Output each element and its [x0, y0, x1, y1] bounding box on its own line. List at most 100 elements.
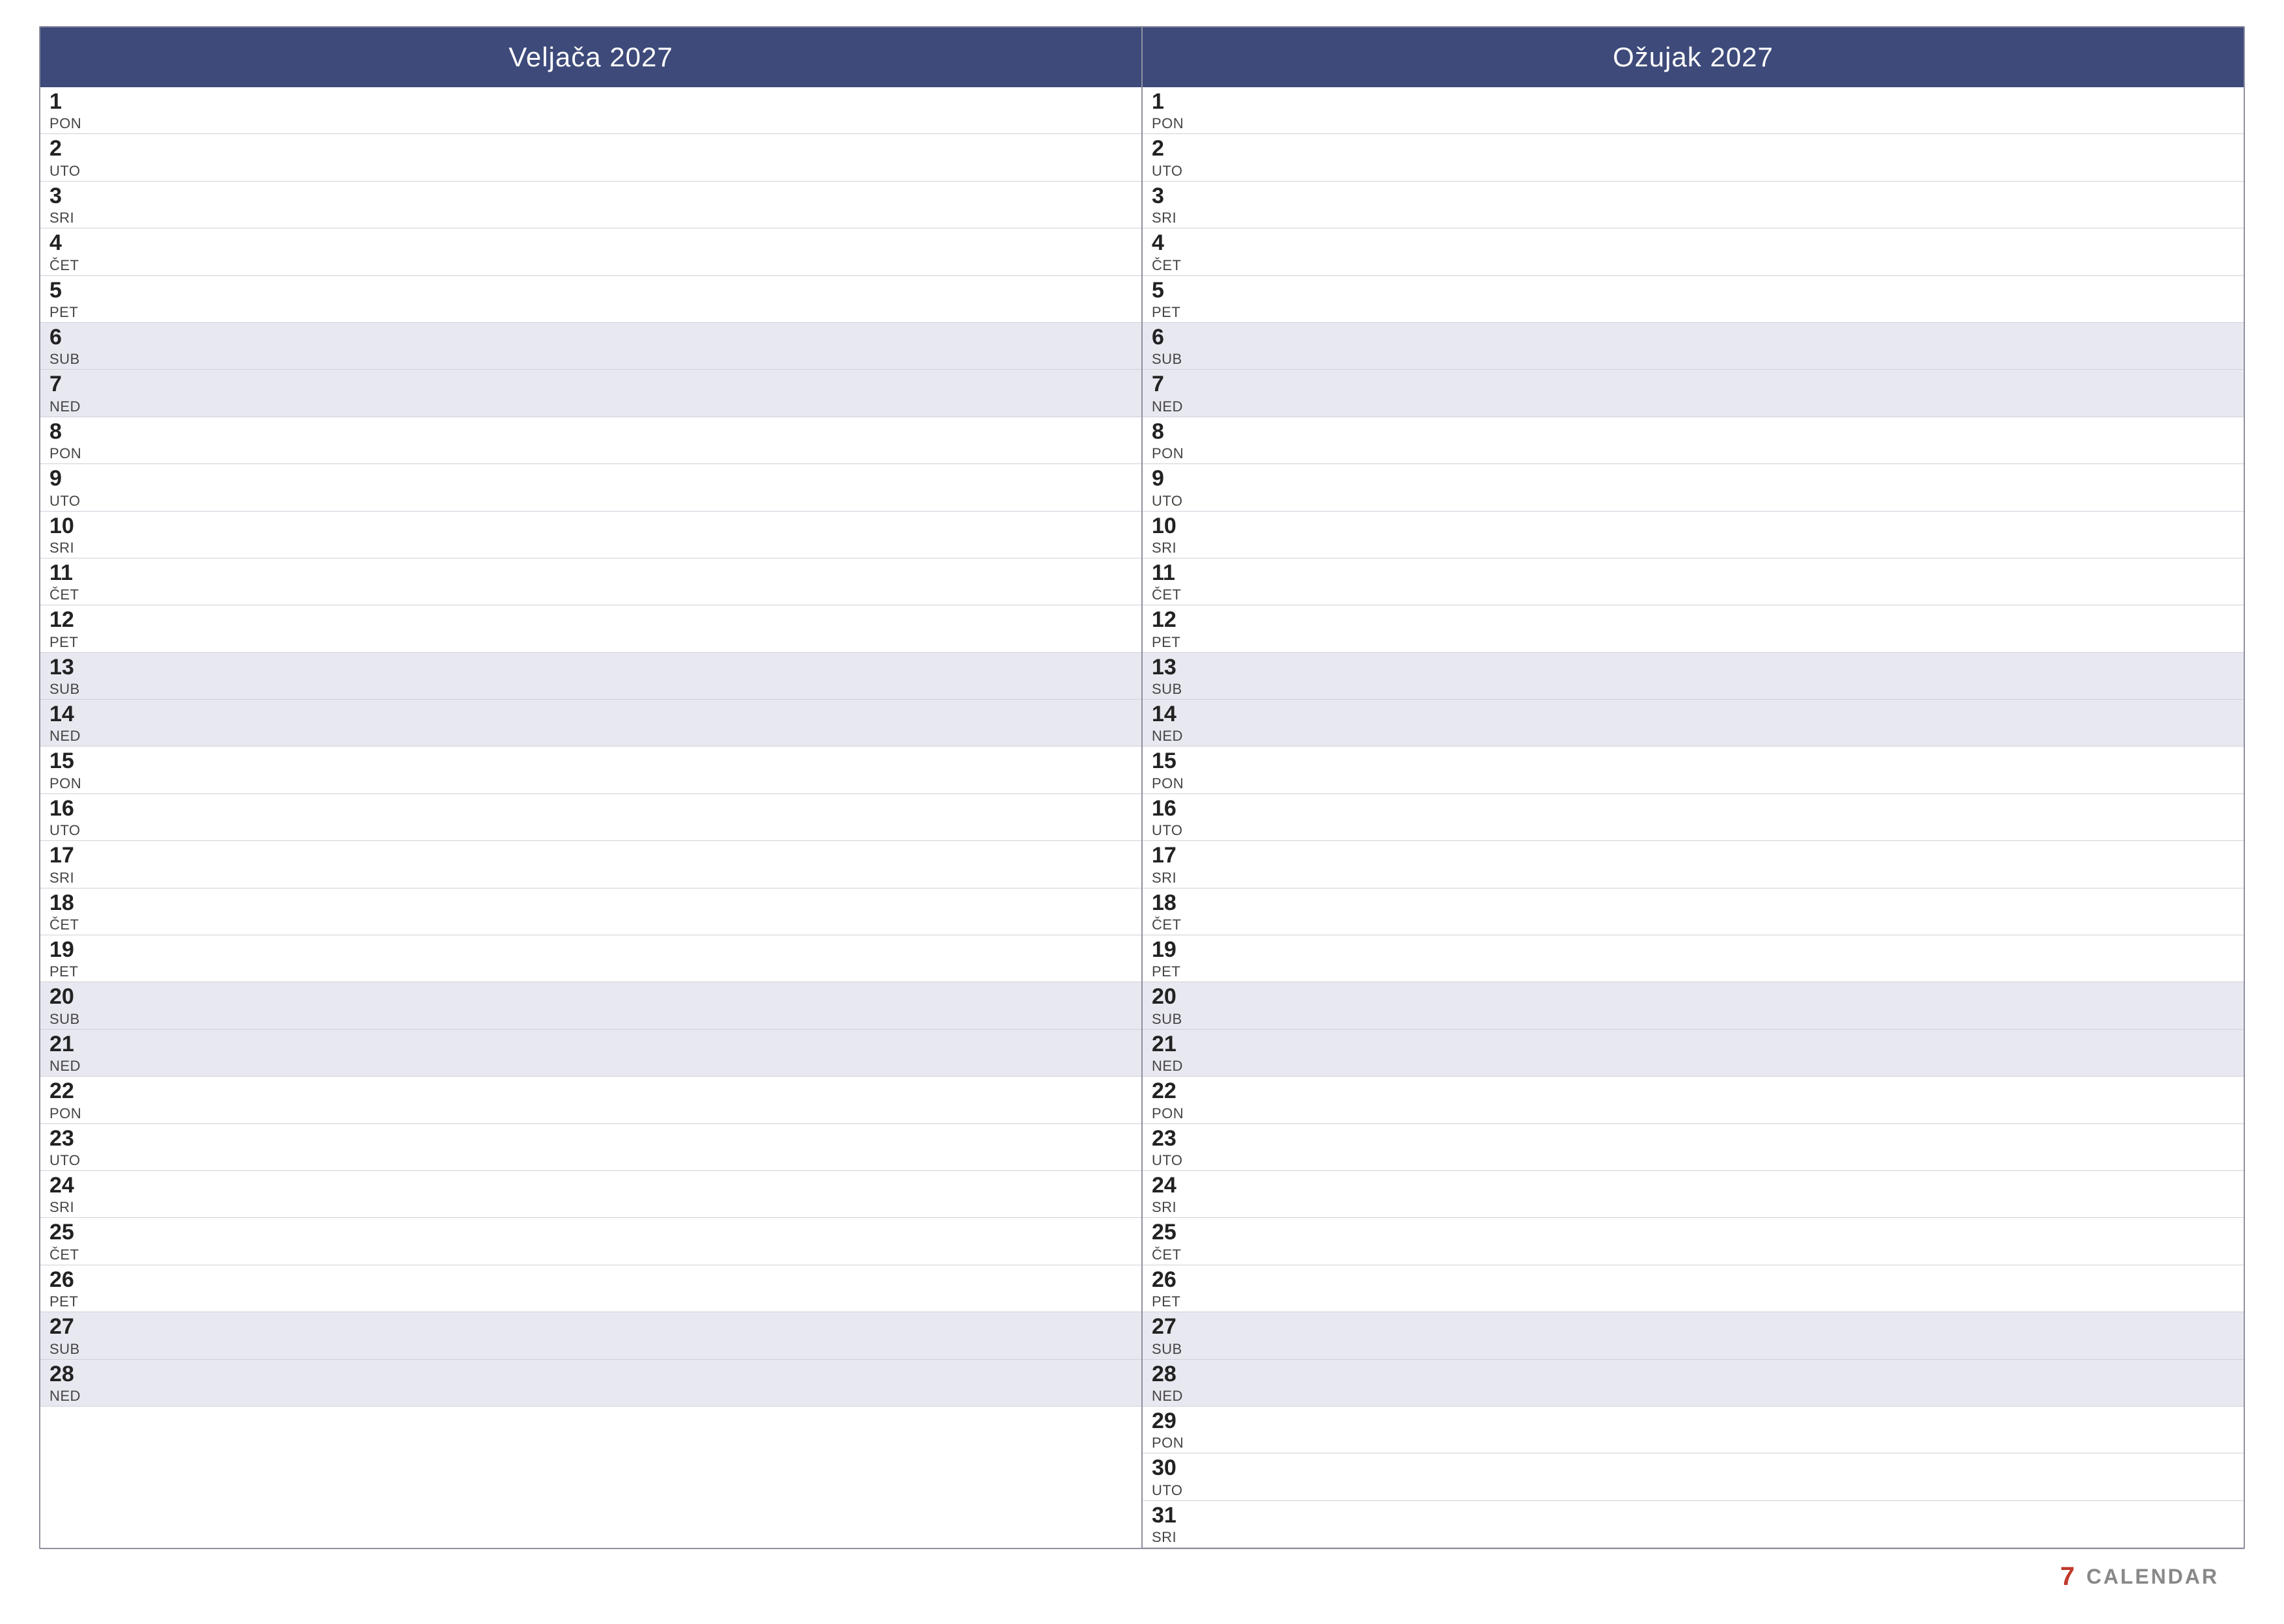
day-row[interactable]: 4 ČET: [40, 228, 1141, 275]
day-number: 16: [1152, 797, 1191, 821]
day-row[interactable]: 28 NED: [1143, 1360, 2244, 1407]
day-number: 8: [49, 420, 89, 444]
day-row[interactable]: 28 NED: [40, 1360, 1141, 1407]
day-name: SUB: [1152, 1012, 1191, 1026]
day-row[interactable]: 11 ČET: [40, 558, 1141, 605]
day-name: PON: [49, 447, 89, 461]
day-number: 11: [1152, 561, 1191, 585]
day-row[interactable]: 25 ČET: [40, 1218, 1141, 1265]
day-row[interactable]: 1 PON: [40, 87, 1141, 134]
day-info: 17 SRI: [49, 844, 89, 885]
day-row[interactable]: 23 UTO: [1143, 1124, 2244, 1171]
day-row[interactable]: 13 SUB: [40, 653, 1141, 700]
day-row[interactable]: 20 SUB: [40, 982, 1141, 1029]
day-row[interactable]: 27 SUB: [40, 1312, 1141, 1359]
day-row[interactable]: 19 PET: [40, 935, 1141, 982]
day-row[interactable]: 9 UTO: [1143, 464, 2244, 511]
day-row[interactable]: 10 SRI: [40, 512, 1141, 558]
day-row[interactable]: 22 PON: [40, 1077, 1141, 1123]
day-number: 21: [1152, 1032, 1191, 1056]
day-row[interactable]: 21 NED: [1143, 1030, 2244, 1077]
day-number: 6: [1152, 325, 1191, 350]
day-row[interactable]: 9 UTO: [40, 464, 1141, 511]
day-info: 9 UTO: [1152, 467, 1191, 508]
day-number: 14: [49, 702, 89, 726]
day-info: 25 ČET: [1152, 1220, 1191, 1261]
day-row[interactable]: 25 ČET: [1143, 1218, 2244, 1265]
day-row[interactable]: 3 SRI: [40, 182, 1141, 228]
day-name: PON: [49, 117, 89, 131]
day-row[interactable]: 20 SUB: [1143, 982, 2244, 1029]
day-row[interactable]: 18 ČET: [40, 888, 1141, 935]
day-row[interactable]: 11 ČET: [1143, 558, 2244, 605]
day-row[interactable]: 7 NED: [1143, 370, 2244, 417]
day-name: SRI: [1152, 1530, 1191, 1545]
day-row[interactable]: 15 PON: [1143, 747, 2244, 793]
day-row[interactable]: 15 PON: [40, 747, 1141, 793]
day-row[interactable]: 26 PET: [40, 1265, 1141, 1312]
day-row[interactable]: 14 NED: [40, 700, 1141, 747]
day-row[interactable]: 3 SRI: [1143, 182, 2244, 228]
day-row[interactable]: 16 UTO: [1143, 794, 2244, 841]
day-row[interactable]: 27 SUB: [1143, 1312, 2244, 1359]
day-info: 15 PON: [1152, 749, 1191, 790]
day-name: ČET: [49, 918, 89, 932]
day-info: 7 NED: [49, 372, 89, 413]
day-row[interactable]: 14 NED: [1143, 700, 2244, 747]
day-number: 1: [1152, 90, 1191, 114]
day-row[interactable]: 24 SRI: [40, 1171, 1141, 1218]
day-info: 25 ČET: [49, 1220, 89, 1261]
day-row[interactable]: 6 SUB: [40, 323, 1141, 370]
day-number: 10: [49, 514, 89, 538]
day-row[interactable]: 22 PON: [1143, 1077, 2244, 1123]
day-number: 8: [1152, 420, 1191, 444]
day-row[interactable]: 2 UTO: [1143, 134, 2244, 181]
day-row[interactable]: 26 PET: [1143, 1265, 2244, 1312]
day-name: UTO: [49, 494, 89, 508]
day-name: SRI: [49, 871, 89, 885]
ozujak-header: Ožujak 2027: [1143, 27, 2244, 87]
day-row[interactable]: 12 PET: [1143, 605, 2244, 652]
day-row[interactable]: 17 SRI: [1143, 841, 2244, 888]
day-info: 2 UTO: [1152, 137, 1191, 178]
day-name: SRI: [49, 541, 89, 555]
day-row[interactable]: 13 SUB: [1143, 653, 2244, 700]
day-name: PET: [49, 635, 89, 650]
day-name: SUB: [49, 1342, 89, 1356]
day-info: 8 PON: [49, 420, 89, 461]
day-row[interactable]: 8 PON: [1143, 417, 2244, 464]
day-info: 6 SUB: [49, 325, 89, 366]
day-row[interactable]: 4 ČET: [1143, 228, 2244, 275]
day-row[interactable]: 30 UTO: [1143, 1453, 2244, 1500]
day-info: 3 SRI: [1152, 184, 1191, 225]
day-row[interactable]: 5 PET: [40, 276, 1141, 323]
day-row[interactable]: 24 SRI: [1143, 1171, 2244, 1218]
day-info: 31 SRI: [1152, 1504, 1191, 1545]
day-name: SRI: [1152, 871, 1191, 885]
day-row[interactable]: 12 PET: [40, 605, 1141, 652]
day-name: ČET: [49, 1248, 89, 1262]
calendar-number-icon: 7: [2060, 1562, 2074, 1591]
day-row[interactable]: 2 UTO: [40, 134, 1141, 181]
day-row[interactable]: 31 SRI: [1143, 1501, 2244, 1548]
day-row[interactable]: 19 PET: [1143, 935, 2244, 982]
day-row[interactable]: 7 NED: [40, 370, 1141, 417]
day-info: 8 PON: [1152, 420, 1191, 461]
day-number: 20: [49, 985, 89, 1009]
day-row[interactable]: 16 UTO: [40, 794, 1141, 841]
day-row[interactable]: 1 PON: [1143, 87, 2244, 134]
day-row[interactable]: 5 PET: [1143, 276, 2244, 323]
day-number: 30: [1152, 1456, 1191, 1480]
day-row[interactable]: 21 NED: [40, 1030, 1141, 1077]
day-number: 2: [1152, 137, 1191, 161]
day-row[interactable]: 10 SRI: [1143, 512, 2244, 558]
day-row[interactable]: 23 UTO: [40, 1124, 1141, 1171]
day-row[interactable]: 8 PON: [40, 417, 1141, 464]
day-info: 27 SUB: [49, 1315, 89, 1356]
day-info: 1 PON: [49, 90, 89, 131]
day-row[interactable]: 18 ČET: [1143, 888, 2244, 935]
day-info: 7 NED: [1152, 372, 1191, 413]
day-row[interactable]: 17 SRI: [40, 841, 1141, 888]
day-row[interactable]: 6 SUB: [1143, 323, 2244, 370]
day-row[interactable]: 29 PON: [1143, 1407, 2244, 1453]
